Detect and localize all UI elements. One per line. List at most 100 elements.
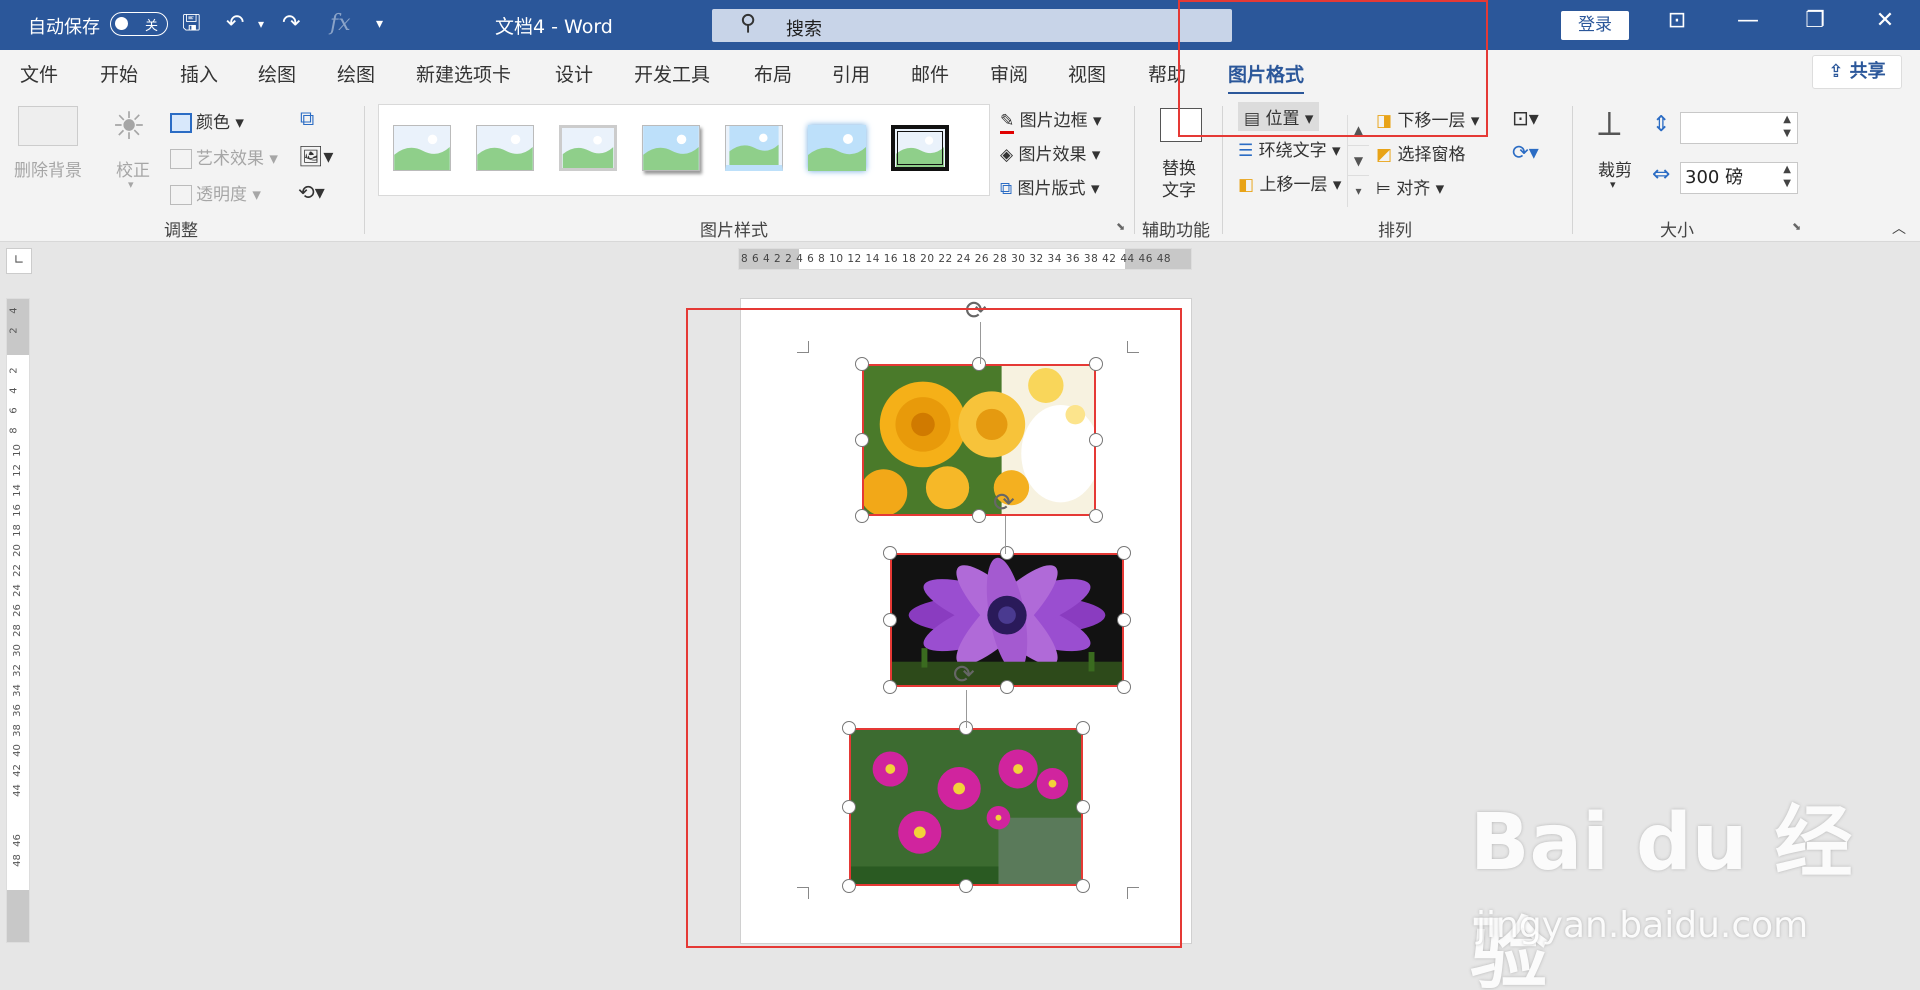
tab-insert[interactable]: 插入: [180, 60, 218, 87]
selection-pane-label: 选择窗格: [1397, 145, 1466, 165]
tab-selector-icon[interactable]: ∟: [6, 248, 32, 274]
watermark-brand: Bai du 经验: [1470, 798, 1853, 990]
tab-home[interactable]: 开始: [100, 60, 138, 87]
transparency-button[interactable]: 透明度 ▾: [170, 180, 261, 205]
ruler-tick-label: 24: [11, 584, 23, 597]
corrections-dropdown-icon[interactable]: ▾: [128, 178, 134, 191]
picture-layout-label: 图片版式: [1017, 179, 1086, 199]
search-box[interactable]: ⚲ 搜索: [712, 9, 1232, 42]
style-thumb-6[interactable]: [808, 125, 866, 171]
tab-mailings[interactable]: 邮件: [911, 60, 949, 87]
login-button[interactable]: 登录: [1561, 11, 1629, 40]
style-thumb-2[interactable]: [476, 125, 534, 171]
bring-forward-button[interactable]: ◧ 上移一层 ▾: [1238, 170, 1341, 195]
wrap-text-button[interactable]: ☰ 环绕文字 ▾: [1238, 136, 1341, 161]
close-icon[interactable]: ✕: [1865, 8, 1905, 33]
style-thumb-5[interactable]: [725, 125, 783, 171]
gallery-more-icon[interactable]: ▾: [1348, 175, 1369, 205]
minimize-icon[interactable]: —: [1728, 8, 1768, 33]
share-label: 共享: [1849, 61, 1886, 82]
height-input[interactable]: ▲ ▼: [1680, 112, 1798, 144]
ruler-tick-label: 46: [11, 834, 23, 847]
group-separator: [364, 106, 365, 234]
arrange-group-label: 排列: [1378, 221, 1412, 241]
style-thumb-4[interactable]: [642, 125, 700, 171]
undo-dropdown-icon[interactable]: ▾: [258, 10, 264, 38]
tab-new-tab[interactable]: 新建选项卡: [416, 60, 511, 87]
tab-view[interactable]: 视图: [1068, 60, 1106, 87]
ruler-tick-label: 22: [11, 564, 23, 577]
tab-draw[interactable]: 绘图: [258, 60, 296, 87]
picture-border-button[interactable]: ✎ 图片边框 ▾: [1000, 106, 1102, 134]
tab-developer[interactable]: 开发工具: [634, 60, 710, 87]
size-group-label: 大小: [1660, 221, 1694, 241]
ruler-tick-label: 42: [11, 764, 23, 777]
align-label: 对齐: [1396, 179, 1431, 199]
width-spinner-icon[interactable]: ▲ ▼: [1783, 163, 1791, 191]
share-icon: ⇪: [1828, 61, 1850, 82]
style-thumb-1[interactable]: [393, 125, 451, 171]
height-spinner-icon[interactable]: ▲ ▼: [1783, 113, 1791, 141]
tab-design[interactable]: 设计: [555, 60, 593, 87]
align-button[interactable]: ⊨ 对齐 ▾: [1376, 174, 1444, 199]
selection-pane-icon: ◩: [1376, 145, 1393, 165]
size-dialog-launcher-icon[interactable]: ⬊: [1792, 220, 1801, 233]
ribbon-display-icon[interactable]: ⊡: [1657, 8, 1697, 33]
redo-icon[interactable]: ↷: [282, 10, 300, 38]
customize-qat-icon[interactable]: ▾: [376, 10, 383, 38]
rotate-icon[interactable]: ⟳▾: [1512, 140, 1539, 164]
adjust-group-label: 调整: [164, 221, 198, 241]
group-separator: [1134, 106, 1135, 234]
collapse-ribbon-icon[interactable]: ︿: [1892, 218, 1906, 238]
autosave-toggle[interactable]: 关: [110, 12, 168, 36]
tab-review[interactable]: 审阅: [990, 60, 1028, 87]
ruler-tick-label: 16: [11, 504, 23, 517]
ruler-tick-label: 2: [8, 367, 20, 374]
color-button[interactable]: 颜色 ▾: [170, 108, 244, 133]
horizontal-ruler[interactable]: 8 6 4 2 2 4 6 8 10 12 14 16 18 20 22 24 …: [738, 248, 1192, 270]
selection-pane-button[interactable]: ◩ 选择窗格: [1376, 140, 1465, 165]
gallery-down-icon[interactable]: ▼: [1348, 145, 1369, 175]
ruler-tick-label: 34: [11, 684, 23, 697]
group-objects-icon[interactable]: ⊡▾: [1512, 106, 1539, 130]
highlight-box-arrange: [1178, 0, 1488, 137]
remove-background-button[interactable]: 删除背景: [14, 156, 82, 181]
picture-layout-button[interactable]: ⧉ 图片版式 ▾: [1000, 174, 1099, 199]
accessibility-group-label: 辅助功能: [1142, 221, 1210, 241]
vertical-ruler[interactable]: 4 2 2 4 6 8 10 12 14 16 18 20 22 24 26 28 30 32 34 36 38 40 42…: [6, 298, 30, 943]
color-label: 颜色: [196, 113, 230, 133]
toggle-state: 关: [144, 19, 158, 34]
reset-picture-icon[interactable]: ⟲▾: [298, 180, 325, 204]
style-thumb-7[interactable]: [891, 125, 949, 171]
ruler-tick-label: 18: [11, 524, 23, 537]
tab-references[interactable]: 引用: [832, 60, 870, 87]
tab-layout[interactable]: 布局: [754, 60, 792, 87]
ruler-tick-label: 44: [11, 784, 23, 797]
tab-file[interactable]: 文件: [20, 60, 58, 87]
crop-dropdown-icon[interactable]: ▾: [1610, 178, 1616, 191]
ruler-tick-label: 4: [8, 387, 20, 394]
undo-icon[interactable]: ↶: [226, 10, 244, 38]
picture-styles-gallery: ▲ ▼ ▾: [378, 104, 1369, 207]
width-value: 300 磅: [1685, 167, 1744, 188]
ribbon: 删除背景 ☀ 校正 ▾ 颜色 ▾ 艺术效果 ▾ 透明度 ▾ ⧉ 🖼▾ ⟲▾ 调整…: [0, 94, 1920, 242]
alt-text-button-line2[interactable]: 文字: [1162, 176, 1196, 201]
ruler-tick-label: 2: [8, 327, 20, 334]
color-icon: [170, 113, 192, 133]
artistic-effects-button[interactable]: 艺术效果 ▾: [170, 144, 278, 169]
picture-effects-button[interactable]: ◈ 图片效果 ▾: [1000, 140, 1100, 165]
align-icon: ⊨: [1376, 179, 1391, 199]
style-thumb-3[interactable]: [559, 125, 617, 171]
save-icon[interactable]: 🖫: [182, 10, 201, 38]
share-button[interactable]: ⇪ 共享: [1812, 55, 1902, 89]
formula-icon[interactable]: fx: [330, 10, 351, 38]
crop-icon: ⟂: [1598, 104, 1621, 144]
change-picture-icon[interactable]: 🖼▾: [298, 144, 333, 168]
width-input[interactable]: 300 磅 ▲ ▼: [1680, 162, 1798, 194]
tab-draw-2[interactable]: 绘图: [337, 60, 375, 87]
styles-dialog-launcher-icon[interactable]: ⬊: [1116, 220, 1125, 233]
ruler-numbers: 8 6 4 2 2 4 6 8 10 12 14 16 18 20 22 24 …: [741, 253, 1172, 265]
ruler-tick-label: 4: [8, 307, 20, 314]
compress-pictures-icon[interactable]: ⧉: [300, 106, 314, 130]
restore-icon[interactable]: ❐: [1795, 8, 1835, 33]
